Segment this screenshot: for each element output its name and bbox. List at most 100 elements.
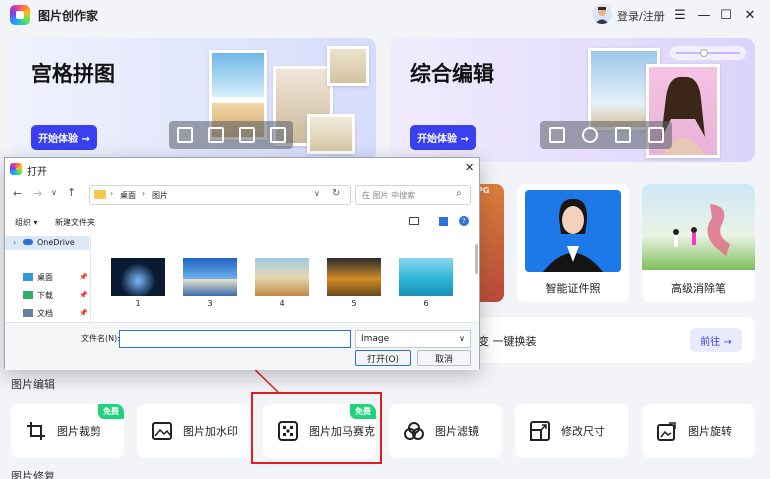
chevron-down-icon: ∨: [459, 334, 465, 343]
file-item[interactable]: 5: [327, 258, 381, 308]
file-thumbnail: [255, 258, 309, 296]
tool-watermark[interactable]: 图片加水印: [137, 404, 250, 458]
open-file-dialog: 打开 ✕ ← → ∨ ↑ › 桌面 › 图片 ∨ ↻ 在 图片 中搜索 ⌕ 组织…: [4, 157, 480, 370]
app-logo-icon: [10, 163, 22, 175]
start-button[interactable]: 开始体验 →: [410, 125, 476, 150]
start-button[interactable]: 开始体验 →: [31, 125, 97, 150]
address-bar[interactable]: › 桌面 › 图片 ∨ ↻: [89, 185, 351, 205]
eraser-image: [642, 184, 755, 270]
dialog-titlebar: 打开 ✕: [5, 158, 479, 180]
tool-label: 图片加水印: [183, 425, 238, 438]
adjust-icon[interactable]: [614, 127, 631, 143]
tool-rotate[interactable]: 图片旋转: [642, 404, 755, 458]
banner-editor[interactable]: 综合编辑 开始体验 →: [390, 38, 755, 162]
cancel-button[interactable]: 取消: [417, 350, 471, 366]
pin-icon: 📌: [79, 273, 88, 281]
columns-layout-icon[interactable]: [207, 127, 224, 143]
layout-toolbar: [169, 121, 293, 149]
tool-filter[interactable]: 图片滤镜: [389, 404, 502, 458]
feature-label: 高级消除笔: [671, 282, 726, 295]
minimize-icon[interactable]: —: [694, 5, 714, 25]
view-icon[interactable]: [409, 217, 419, 225]
up-icon[interactable]: ↑: [67, 186, 76, 199]
banner-title: 综合编辑: [410, 62, 494, 86]
help-icon[interactable]: ?: [459, 216, 469, 226]
breadcrumb-desktop[interactable]: 桌面: [120, 190, 136, 201]
menu-icon[interactable]: ☰: [670, 5, 690, 25]
goto-button[interactable]: 前往 →: [690, 328, 742, 352]
search-input[interactable]: 在 图片 中搜索 ⌕: [355, 185, 471, 205]
tool-label: 修改尺寸: [561, 425, 605, 438]
filename-label: 文件名(N):: [81, 334, 120, 343]
collage-photo: [327, 46, 369, 86]
forward-icon[interactable]: →: [33, 187, 42, 200]
close-icon[interactable]: ✕: [740, 5, 760, 25]
idphoto-image: [525, 190, 621, 272]
dialog-title: 打开: [27, 167, 47, 178]
slider-icon: [670, 46, 746, 60]
pin-icon: 📌: [79, 309, 88, 317]
tool-label: 图片滤镜: [435, 425, 479, 438]
refresh-icon[interactable]: ↻: [332, 188, 340, 199]
edit-toolbar: [540, 121, 672, 149]
download-icon: [23, 291, 33, 299]
maximize-icon[interactable]: ☐: [716, 5, 736, 25]
desktop-icon: [23, 273, 33, 281]
organize-menu[interactable]: 组织 ▾: [15, 217, 38, 228]
filename-input[interactable]: [119, 330, 351, 348]
filter-icon[interactable]: [581, 127, 598, 143]
highlight-box: [251, 392, 382, 464]
file-thumbnail: [327, 258, 381, 296]
feature-label: 智能证件照: [545, 282, 601, 295]
collage-photo: [209, 50, 267, 100]
login-link[interactable]: 登录/注册: [617, 8, 665, 24]
grid-layout-icon[interactable]: [176, 127, 193, 143]
file-grid: 1 3 4 5 6: [95, 234, 478, 322]
crop-icon: [25, 420, 47, 442]
resize-icon: [529, 420, 551, 442]
open-button[interactable]: 打开(O): [355, 350, 411, 366]
file-item[interactable]: 3: [183, 258, 237, 308]
tool-label: 图片裁剪: [57, 425, 101, 438]
app-logo-icon: [10, 5, 30, 25]
banner-title: 宫格拼图: [31, 62, 115, 86]
back-icon[interactable]: ←: [13, 187, 22, 200]
nav-desktop[interactable]: 桌面: [37, 272, 53, 283]
promo-card[interactable]: 变 一键换装 前往 →: [470, 317, 755, 363]
collage-photo: [307, 114, 355, 154]
feature-card-idphoto[interactable]: 智能证件照: [517, 184, 629, 302]
banner-collage[interactable]: 宫格拼图 开始体验 →: [11, 38, 376, 162]
avatar[interactable]: [592, 4, 612, 24]
dialog-close-icon[interactable]: ✕: [465, 161, 474, 174]
preview-pane-icon[interactable]: [439, 217, 448, 226]
file-item[interactable]: 6: [399, 258, 453, 308]
folder-icon: [94, 190, 106, 199]
slant-layout-icon[interactable]: [269, 127, 286, 143]
file-thumbnail: [183, 258, 237, 296]
filter-icon: [403, 420, 425, 442]
mosaic-icon[interactable]: [548, 127, 565, 143]
file-item[interactable]: 4: [255, 258, 309, 308]
scrollbar[interactable]: [475, 244, 478, 274]
dropdown-icon[interactable]: ∨: [51, 188, 57, 197]
nav-onedrive[interactable]: › OneDrive: [5, 236, 89, 250]
chevron-down-icon[interactable]: ∨: [314, 189, 320, 198]
tool-crop[interactable]: 图片裁剪 免费: [11, 404, 124, 458]
feature-card-eraser[interactable]: 高级消除笔: [642, 184, 755, 302]
breadcrumb-pictures[interactable]: 图片: [152, 190, 168, 201]
crop-icon[interactable]: [647, 127, 664, 143]
rows-layout-icon[interactable]: [238, 127, 255, 143]
file-item[interactable]: 1: [111, 258, 165, 308]
tool-resize[interactable]: 修改尺寸: [515, 404, 628, 458]
search-icon: ⌕: [456, 188, 462, 199]
new-folder-button[interactable]: 新建文件夹: [55, 217, 95, 228]
tool-label: 图片旋转: [688, 425, 732, 438]
app-title: 图片创作家: [38, 9, 99, 23]
document-icon: [23, 309, 33, 317]
cloud-icon: [23, 239, 33, 245]
filetype-select[interactable]: Image ∨: [355, 330, 471, 348]
nav-documents[interactable]: 文档: [37, 308, 53, 319]
section-title: 图片修复: [11, 470, 55, 479]
file-thumbnail: [399, 258, 453, 296]
nav-downloads[interactable]: 下载: [37, 290, 53, 301]
